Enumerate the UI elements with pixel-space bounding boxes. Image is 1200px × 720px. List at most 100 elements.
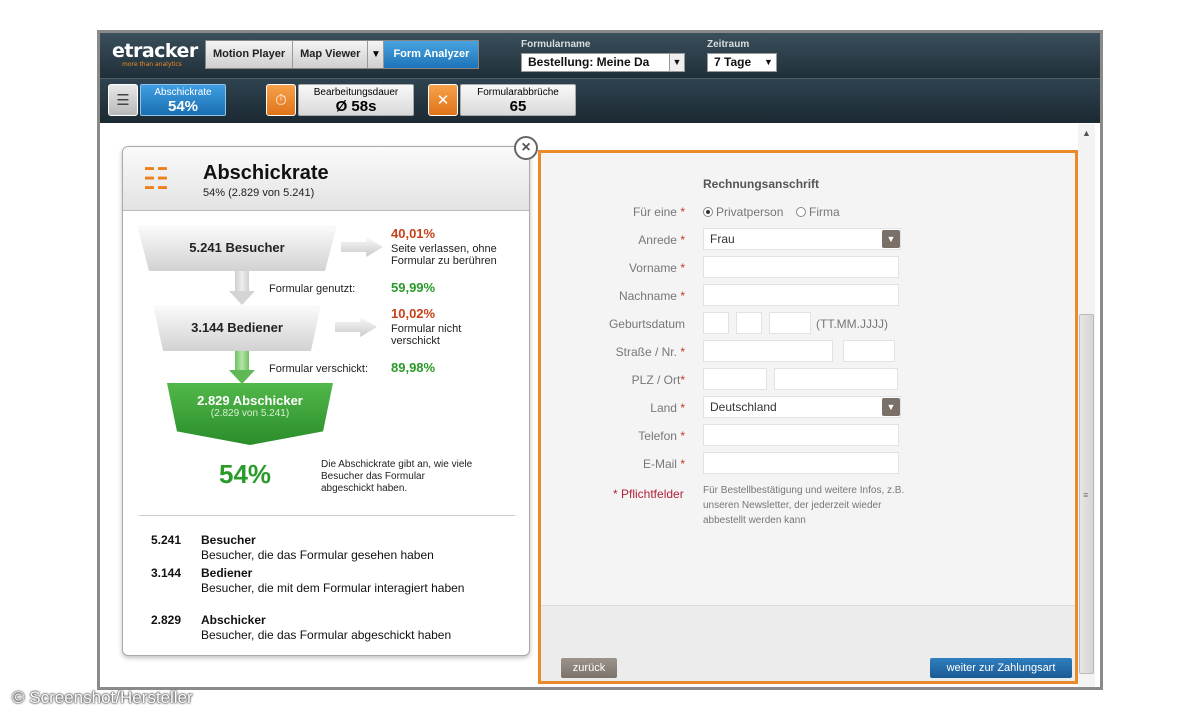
ort-input[interactable] [774,368,898,390]
note-line1: Die Abschickrate gibt an, wie viele [321,459,473,470]
close-icon[interactable]: × [514,136,538,160]
telefon-input[interactable] [703,424,899,446]
form-cancel-icon: ✕ [428,84,458,116]
formname-label: Formularname [521,39,591,50]
exit-arrow-icon [335,317,377,337]
form-footer: zurück weiter zur Zahlungsart [541,605,1075,681]
hausnr-input[interactable] [843,340,895,362]
form-body: Rechnungsanschrift Für eine * Privatpers… [541,153,1075,603]
kpi-value: Ø 58s [335,98,377,115]
stat-number: 3.144 [151,566,182,580]
land-select[interactable]: Deutschland ▼ [703,396,901,418]
funnel-bediener: 3.144 Bediener [153,305,321,351]
select-value: Deutschland [710,400,777,414]
radio-unchecked-icon [796,207,806,217]
kpi-label: Formularabbrüche [477,87,559,98]
birth-day-input[interactable] [703,312,729,334]
chevron-down-icon: ▼ [882,398,900,416]
required-marker: * [680,205,685,219]
down-arrow-shaft [235,271,249,291]
label-fuer-eine: Für eine * [633,205,685,219]
top-toolbar: etracker more than analytics Motion Playe… [100,33,1100,78]
funnel-abschicker-label: 2.829 Abschicker [197,393,303,408]
divider [139,515,515,516]
plz-input[interactable] [703,368,767,390]
required-marker: * [680,233,685,247]
stat-name: Besucher [201,533,256,547]
screenshot-credit: © Screenshot/Hersteller [12,688,193,707]
note-line2: Besucher das Formular [321,471,425,482]
label-text: E-Mail [642,457,677,471]
panel-subtitle: 54% (2.829 von 5.241) [203,187,315,199]
chevron-down-icon: ▼ [761,54,776,71]
main-content: ☷ Abschickrate 54% (2.829 von 5.241) 5.2… [100,124,1100,687]
vorname-input[interactable] [703,256,899,278]
funnel-abschicker: 2.829 Abschicker (2.829 von 5.241) [167,383,333,445]
nachname-input[interactable] [703,284,899,306]
down-arrow-icon [229,370,255,384]
note-line3: abgeschickt haben. [321,483,408,494]
email-input[interactable] [703,452,899,474]
required-fields-info: Für Bestellbestätigung und weitere Infos… [703,485,905,526]
radio-privatperson[interactable]: Privatperson [703,205,783,219]
tab-form-analyzer[interactable]: Form Analyzer [384,41,479,68]
funnel-abschicker-sub: (2.829 von 5.241) [210,408,290,419]
required-marker: * [680,401,685,415]
anrede-select[interactable]: Frau ▼ [703,228,901,250]
kpi-abschickrate-box: Abschickrate 54% [140,84,226,116]
birth-year-input[interactable] [769,312,811,334]
big-percent: 54% [219,459,272,489]
label-telefon: Telefon * [638,429,685,443]
next-payment-button[interactable]: weiter zur Zahlungsart [930,658,1072,678]
stat-desc: Besucher, die das Formular gesehen haben [201,548,434,562]
vertical-scrollbar[interactable]: ▲ ≡ [1078,124,1095,687]
kpi-formularabbrueche-box: Formularabbrüche 65 [460,84,576,116]
strasse-input[interactable] [703,340,833,362]
grip-icon: ≡ [1083,490,1089,500]
tab-motion-player[interactable]: Motion Player [206,41,294,68]
label-text: Straße / Nr. [615,345,677,359]
required-marker: * [680,261,685,275]
required-marker: * [680,345,685,359]
label-text: Land [650,401,677,415]
zeitraum-label: Zeitraum [707,39,750,50]
label-vorname: Vorname * [629,261,685,275]
required-fields-note: * Pflichtfelder [613,487,684,501]
radio-label: Firma [809,205,840,219]
sent-percent: 89,98% [391,360,436,375]
drop1-text1: Seite verlassen, ohne [391,243,497,255]
label-text: Telefon [638,429,677,443]
zeitraum-value: 7 Tage [714,55,752,69]
logo-tagline: more than analytics [122,61,182,68]
required-marker: * [680,457,685,471]
radio-firma[interactable]: Firma [796,205,840,219]
down-arrow-shaft [235,351,249,371]
scroll-up-icon[interactable]: ▲ [1078,128,1095,138]
label-text: Vorname [628,261,677,275]
drop1-percent: 40,01% [391,226,436,241]
drop2-percent: 10,02% [391,306,436,321]
abschickrate-panel: ☷ Abschickrate 54% (2.829 von 5.241) 5.2… [122,146,530,656]
birth-month-input[interactable] [736,312,762,334]
tab-dropdown-icon[interactable]: ▼ [368,41,385,68]
funnel-besucher: 5.241 Besucher [137,225,337,271]
kpi-label: Abschickrate [154,87,212,98]
exit-arrow-icon [341,237,383,257]
stopwatch-icon: ⏱ [266,84,296,116]
formname-select[interactable]: Bestellung: Meine Da ▼ [521,53,685,72]
label-text: Nachname [618,289,677,303]
app-window: etracker more than analytics Motion Playe… [97,30,1103,690]
back-button[interactable]: zurück [561,658,617,678]
stat-name: Bediener [201,566,253,580]
chevron-down-icon: ▼ [669,54,684,71]
drop1-text2: Formular zu berühren [391,255,497,267]
sent-label: Formular verschickt: [269,363,369,375]
required-marker: * [680,373,685,387]
view-tabs: Motion Player Map Viewer ▼ Form Analyzer [205,40,480,69]
stat-number: 2.829 [151,613,182,627]
stat-desc: Besucher, die mit dem Formular interagie… [201,581,465,595]
zeitraum-select[interactable]: 7 Tage ▼ [707,53,777,72]
label-email: E-Mail * [643,457,685,471]
scrollbar-thumb[interactable]: ≡ [1079,314,1094,674]
tab-map-viewer[interactable]: Map Viewer [293,41,369,68]
